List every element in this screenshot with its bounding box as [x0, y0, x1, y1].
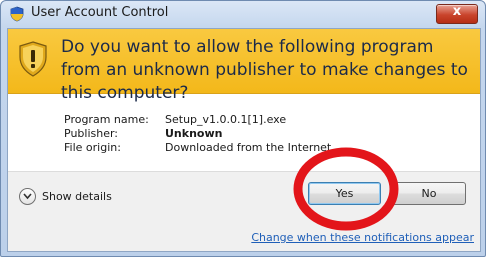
change-notifications-link[interactable]: Change when these notifications appear — [251, 231, 474, 244]
uac-question: Do you want to allow the following progr… — [61, 37, 468, 103]
warning-shield-icon — [19, 41, 47, 77]
no-button[interactable]: No — [392, 182, 466, 205]
detail-label: Program name: — [64, 113, 149, 126]
detail-value: Unknown — [165, 127, 223, 140]
window-title: User Account Control — [31, 5, 169, 20]
detail-value: Setup_v1.0.0.1[1].exe — [165, 113, 287, 126]
dialog-footer: Show details Yes No Change when these no… — [8, 171, 480, 251]
uac-shield-icon — [10, 6, 24, 22]
detail-row-publisher: Publisher: Unknown — [64, 127, 331, 141]
detail-row-program-name: Program name: Setup_v1.0.0.1[1].exe — [64, 113, 331, 127]
detail-value: Downloaded from the Internet — [165, 141, 332, 154]
yes-button[interactable]: Yes — [308, 182, 381, 205]
close-button[interactable]: x — [436, 4, 478, 24]
title-bar[interactable]: User Account Control x — [1, 1, 485, 27]
detail-label: File origin: — [64, 141, 121, 154]
warning-banner: Do you want to allow the following progr… — [8, 29, 480, 103]
show-details-toggle[interactable]: Show details — [19, 188, 112, 205]
show-details-label: Show details — [42, 190, 112, 203]
close-icon: x — [452, 4, 462, 19]
detail-label: Publisher: — [64, 127, 119, 140]
chevron-down-icon — [19, 188, 36, 205]
dialog-content: Do you want to allow the following progr… — [7, 28, 481, 252]
detail-row-file-origin: File origin: Downloaded from the Internet — [64, 141, 331, 155]
program-details: Program name: Setup_v1.0.0.1[1].exe Publi… — [64, 113, 331, 155]
uac-dialog: User Account Control x Do you want to al… — [0, 0, 486, 257]
